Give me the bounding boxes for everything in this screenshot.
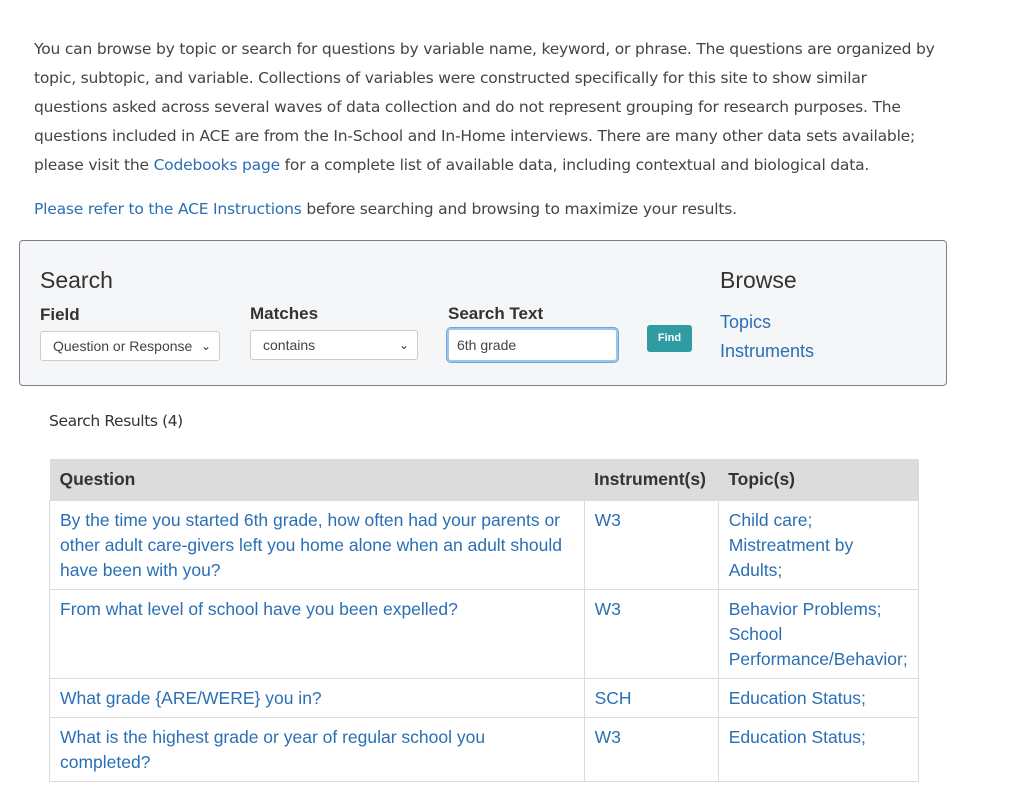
instrument-cell: W3 bbox=[583, 717, 719, 782]
intro-text: You can browse by topic or search for qu… bbox=[34, 40, 935, 174]
table-row: By the time you started 6th grade, how o… bbox=[49, 500, 920, 590]
ace-instructions-link[interactable]: Please refer to the ACE Instructions bbox=[34, 200, 302, 218]
search-text-value: 6th grade bbox=[457, 337, 517, 353]
browse-title: Browse bbox=[720, 267, 797, 293]
results-header-row: Question Instrument(s) Topic(s) bbox=[49, 459, 919, 501]
topic-cell: Education Status; bbox=[717, 678, 920, 718]
intro-text-end: for a complete list of available data, i… bbox=[279, 156, 870, 174]
topic-cell: Education Status; bbox=[717, 717, 920, 782]
topic-cell: Child care; Mistreatment by Adults; bbox=[717, 500, 920, 590]
topic-link[interactable]: Behavior Problems; School Performance/Be… bbox=[729, 599, 908, 669]
search-text-label: Search Text bbox=[448, 304, 544, 323]
field-select[interactable]: Question or Response ⌄ bbox=[40, 331, 220, 361]
search-text-input[interactable]: 6th grade bbox=[446, 327, 619, 363]
instructions-paragraph: Please refer to the ACE Instructions bef… bbox=[34, 196, 737, 222]
topic-link[interactable]: Child care; Mistreatment by Adults; bbox=[729, 510, 853, 580]
instrument-link[interactable]: SCH bbox=[595, 688, 632, 708]
question-cell: By the time you started 6th grade, how o… bbox=[49, 500, 585, 590]
instrument-link[interactable]: W3 bbox=[595, 510, 621, 530]
question-link[interactable]: What is the highest grade or year of reg… bbox=[60, 727, 485, 772]
matches-label: Matches bbox=[250, 304, 319, 323]
instructions-text: before searching and browsing to maximiz… bbox=[301, 200, 737, 218]
field-select-value: Question or Response bbox=[53, 338, 193, 354]
instrument-cell: SCH bbox=[583, 678, 719, 718]
matches-select[interactable]: contains ⌄ bbox=[250, 330, 418, 360]
search-panel: Search Field Question or Response ⌄ Matc… bbox=[19, 240, 947, 386]
intro-paragraph: You can browse by topic or search for qu… bbox=[34, 35, 944, 180]
browse-instruments-link[interactable]: Instruments bbox=[720, 341, 814, 362]
topic-link[interactable]: Education Status; bbox=[729, 727, 866, 747]
header-topics: Topic(s) bbox=[718, 459, 919, 501]
find-button[interactable]: Find bbox=[647, 325, 692, 352]
question-link[interactable]: What grade {ARE/WERE} you in? bbox=[60, 688, 322, 708]
topic-link[interactable]: Education Status; bbox=[729, 688, 866, 708]
instrument-cell: W3 bbox=[583, 500, 719, 590]
table-row: From what level of school have you been … bbox=[49, 589, 920, 679]
instrument-cell: W3 bbox=[583, 589, 719, 679]
matches-select-value: contains bbox=[263, 337, 316, 353]
question-link[interactable]: By the time you started 6th grade, how o… bbox=[60, 510, 562, 580]
question-cell: What grade {ARE/WERE} you in? bbox=[49, 678, 585, 718]
question-link[interactable]: From what level of school have you been … bbox=[60, 599, 458, 619]
table-row: What grade {ARE/WERE} you in? SCH Educat… bbox=[49, 678, 920, 718]
header-instruments: Instrument(s) bbox=[584, 459, 719, 501]
chevron-down-icon: ⌄ bbox=[200, 339, 211, 353]
codebooks-link[interactable]: Codebooks page bbox=[154, 156, 281, 174]
topic-cell: Behavior Problems; School Performance/Be… bbox=[717, 589, 920, 679]
header-question: Question bbox=[49, 459, 585, 501]
question-cell: From what level of school have you been … bbox=[49, 589, 585, 679]
field-label: Field bbox=[40, 305, 80, 324]
instrument-link[interactable]: W3 bbox=[595, 727, 621, 747]
chevron-down-icon: ⌄ bbox=[398, 338, 409, 352]
results-table: Question Instrument(s) Topic(s) By the t… bbox=[49, 459, 920, 782]
search-title: Search bbox=[40, 267, 113, 293]
browse-topics-link[interactable]: Topics bbox=[720, 312, 771, 333]
question-cell: What is the highest grade or year of reg… bbox=[49, 717, 585, 782]
search-results-count: Search Results (4) bbox=[49, 412, 183, 430]
instrument-link[interactable]: W3 bbox=[595, 599, 621, 619]
table-row: What is the highest grade or year of reg… bbox=[49, 717, 920, 782]
